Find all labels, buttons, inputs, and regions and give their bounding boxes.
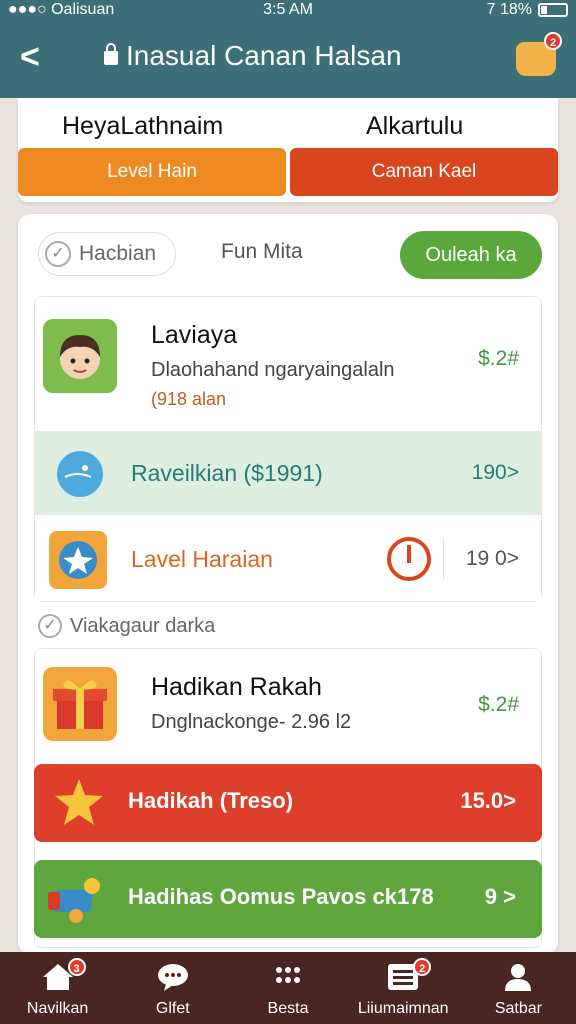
page-title-text: Inasual Canan Halsan [126, 40, 402, 71]
filter-label[interactable]: Fun Mita [221, 240, 303, 264]
main-card: ✓ Hacbian Fun Mita Ouleah ka Laviaya Dla… [18, 214, 558, 954]
power-icon[interactable] [387, 537, 431, 581]
page-title: Inasual Canan Halsan [104, 40, 402, 72]
level-tab-button[interactable]: Level Hain [18, 148, 286, 196]
battery-icon [538, 3, 568, 17]
summary-heading-right: Alkartulu [366, 112, 464, 140]
nav-item-profile[interactable]: Satbar [461, 952, 576, 1024]
row-value: 19 0> [465, 547, 519, 570]
battery-percent: 7 18% [486, 1, 532, 18]
item-price: $.2# [478, 693, 519, 716]
nav-label: Satbar [494, 1000, 542, 1017]
nav-item-home[interactable]: 3 Navilkan [0, 952, 115, 1024]
star-icon [55, 779, 103, 825]
section-header: ✓ Viakagaur darka [38, 614, 215, 638]
banner-value: 9 > [484, 884, 516, 909]
lock-icon [104, 43, 118, 65]
nav-label: Besta [267, 1000, 309, 1017]
banner-value: 15.0> [460, 788, 516, 813]
check-icon: ✓ [38, 614, 62, 638]
app-header: ●●●○ Oalisuan 3:5 AM 7 18% < Inasual Can… [0, 0, 576, 98]
nav-label: Liiumaimnan [357, 1000, 449, 1017]
nav-label: Navilkan [26, 1000, 89, 1017]
row-separator [443, 539, 444, 579]
row-raveilkian[interactable]: Raveilkian ($1991) 190> [35, 431, 541, 515]
action-button[interactable]: Ouleah ka [400, 231, 542, 279]
row-value: 190> [471, 461, 519, 484]
nav-label: Glfet [155, 1000, 190, 1017]
notification-button[interactable]: 2 [516, 32, 562, 76]
item-subtitle: Dlaohahand ngaryaingalaln [151, 359, 395, 381]
item-panel-1: Laviaya Dlaohahand ngaryaingalaln (918 a… [34, 296, 542, 602]
section-label: Viakagaur darka [70, 614, 216, 637]
item-title: Laviaya [151, 321, 238, 349]
nav-badge: 3 [67, 958, 86, 976]
banner-hadikah[interactable]: Hadikah (Treso) 15.0> [34, 764, 542, 842]
avatar-icon [43, 319, 117, 393]
gift-icon [43, 667, 117, 741]
caman-tab-button[interactable]: Caman Kael [290, 148, 558, 196]
summary-heading-left: HeyaLathnaim [62, 112, 224, 140]
nav-badge: 2 [413, 958, 432, 976]
item-title: Hadikan Rakah [151, 673, 322, 701]
banner-hadihas[interactable]: Hadihas Oomus Pavos ck178 9 > [34, 860, 542, 938]
profile-icon [505, 964, 532, 991]
bottom-nav: 3 Navilkan Glfet Besta 2 Liiumaimnan Sat… [0, 952, 576, 1024]
chat-icon [157, 964, 188, 991]
filter-chip-label: Hacbian [79, 242, 157, 265]
nav-item-chat[interactable]: Glfet [115, 952, 230, 1024]
cannon-icon [48, 878, 100, 923]
summary-card: HeyaLathnaim Alkartulu Level Hain Caman … [18, 98, 558, 202]
back-button[interactable]: < [20, 38, 40, 77]
nav-item-list[interactable]: 2 Liiumaimnan [346, 952, 461, 1024]
status-right: 7 18% [487, 1, 568, 19]
banner-label: Hadihas Oomus Pavos ck178 [128, 884, 434, 909]
item-price: $.2# [478, 347, 519, 370]
item-subtitle: Dnglnackonge- 2.96 l2 [151, 711, 352, 733]
row-lavel[interactable]: Lavel Haraian 19 0> [35, 517, 541, 601]
row-label: Lavel Haraian [131, 545, 273, 572]
nav-item-grid[interactable]: Besta [230, 952, 345, 1024]
filter-chip[interactable]: ✓ Hacbian [38, 232, 176, 276]
status-bar: ●●●○ Oalisuan 3:5 AM 7 18% [0, 0, 576, 22]
banner-label: Hadikah (Treso) [128, 788, 294, 813]
check-icon: ✓ [45, 241, 71, 267]
grid-icon [276, 967, 300, 983]
bird-icon [57, 451, 103, 497]
notification-badge: 2 [544, 32, 562, 50]
star-badge-icon [49, 531, 107, 589]
item-meta: (918 alan [151, 389, 227, 409]
row-label: Raveilkian ($1991) [131, 459, 323, 486]
